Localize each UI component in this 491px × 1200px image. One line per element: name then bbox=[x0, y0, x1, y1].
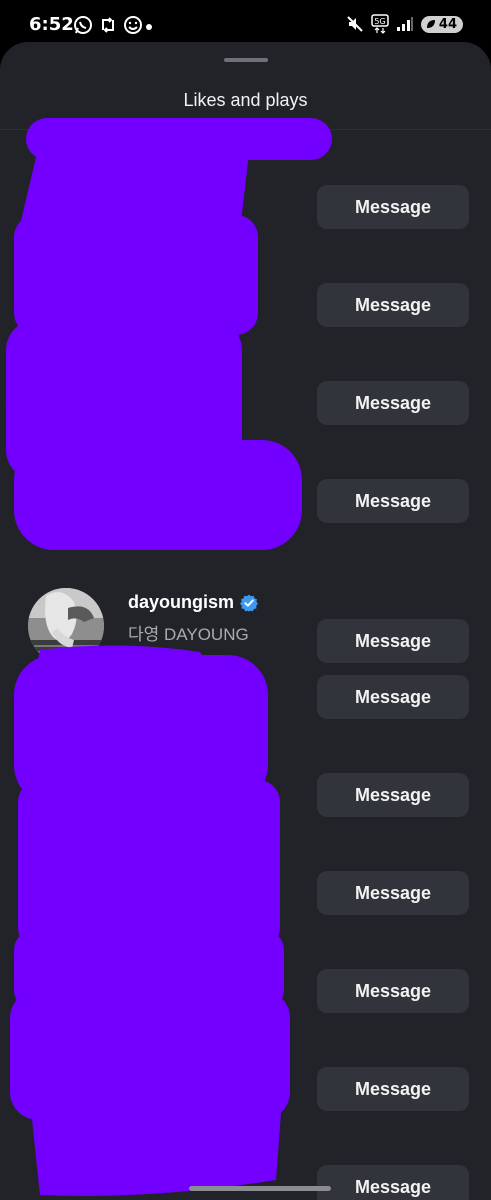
message-button[interactable]: Message bbox=[317, 969, 469, 1013]
message-button[interactable]: Message bbox=[317, 773, 469, 817]
list-item[interactable]: Message bbox=[0, 270, 491, 368]
message-button[interactable]: Message bbox=[317, 381, 469, 425]
leaf-icon bbox=[426, 20, 435, 28]
message-button[interactable]: Message bbox=[317, 871, 469, 915]
divider bbox=[0, 129, 491, 130]
smiley-icon bbox=[124, 16, 142, 34]
list-item-dayoungism[interactable]: dayoungism 다영 DAYOUNG Message bbox=[0, 564, 491, 664]
notification-icons bbox=[73, 15, 143, 35]
username[interactable]: dayoungism bbox=[128, 592, 259, 613]
verified-badge-icon bbox=[240, 594, 259, 612]
list-item[interactable]: Message bbox=[0, 466, 491, 564]
notification-dot bbox=[146, 24, 152, 30]
message-button[interactable]: Message bbox=[317, 1067, 469, 1111]
home-indicator[interactable] bbox=[189, 1186, 331, 1191]
list-item[interactable]: Message bbox=[0, 368, 491, 466]
battery-level: 44 bbox=[438, 16, 457, 32]
signal-icon bbox=[396, 17, 413, 31]
username-text: dayoungism bbox=[128, 592, 235, 612]
list-item[interactable]: Message bbox=[0, 662, 491, 760]
avatar[interactable] bbox=[28, 588, 104, 664]
message-button[interactable]: Message bbox=[317, 1165, 469, 1200]
system-icons: 5G 44 bbox=[346, 14, 463, 34]
list-item[interactable]: Message bbox=[0, 858, 491, 956]
message-button[interactable]: Message bbox=[317, 283, 469, 327]
display-name: 다영 DAYOUNG bbox=[128, 625, 249, 644]
likes-sheet: Likes and plays Message Message Message … bbox=[0, 42, 491, 1200]
5g-icon: 5G bbox=[371, 14, 389, 34]
message-button[interactable]: Message bbox=[317, 185, 469, 229]
message-button[interactable]: Message bbox=[317, 479, 469, 523]
message-button[interactable]: Message bbox=[317, 675, 469, 719]
sheet-title: Likes and plays bbox=[183, 90, 308, 110]
mute-icon bbox=[347, 16, 363, 32]
svg-text:5G: 5G bbox=[374, 17, 385, 26]
profile-photo bbox=[28, 588, 104, 664]
list-item[interactable]: Message bbox=[0, 956, 491, 1054]
retweet-icon bbox=[102, 17, 114, 33]
list-item[interactable]: Message bbox=[0, 1152, 491, 1200]
list-item[interactable]: Message bbox=[0, 172, 491, 270]
whatsapp-icon bbox=[74, 16, 92, 34]
drag-handle[interactable] bbox=[224, 58, 268, 62]
list-item[interactable]: Message bbox=[0, 1054, 491, 1152]
message-button[interactable]: Message bbox=[317, 619, 469, 663]
status-time: 6:52 bbox=[29, 14, 74, 35]
list-item[interactable]: Message bbox=[0, 760, 491, 858]
battery-indicator: 44 bbox=[420, 15, 463, 33]
